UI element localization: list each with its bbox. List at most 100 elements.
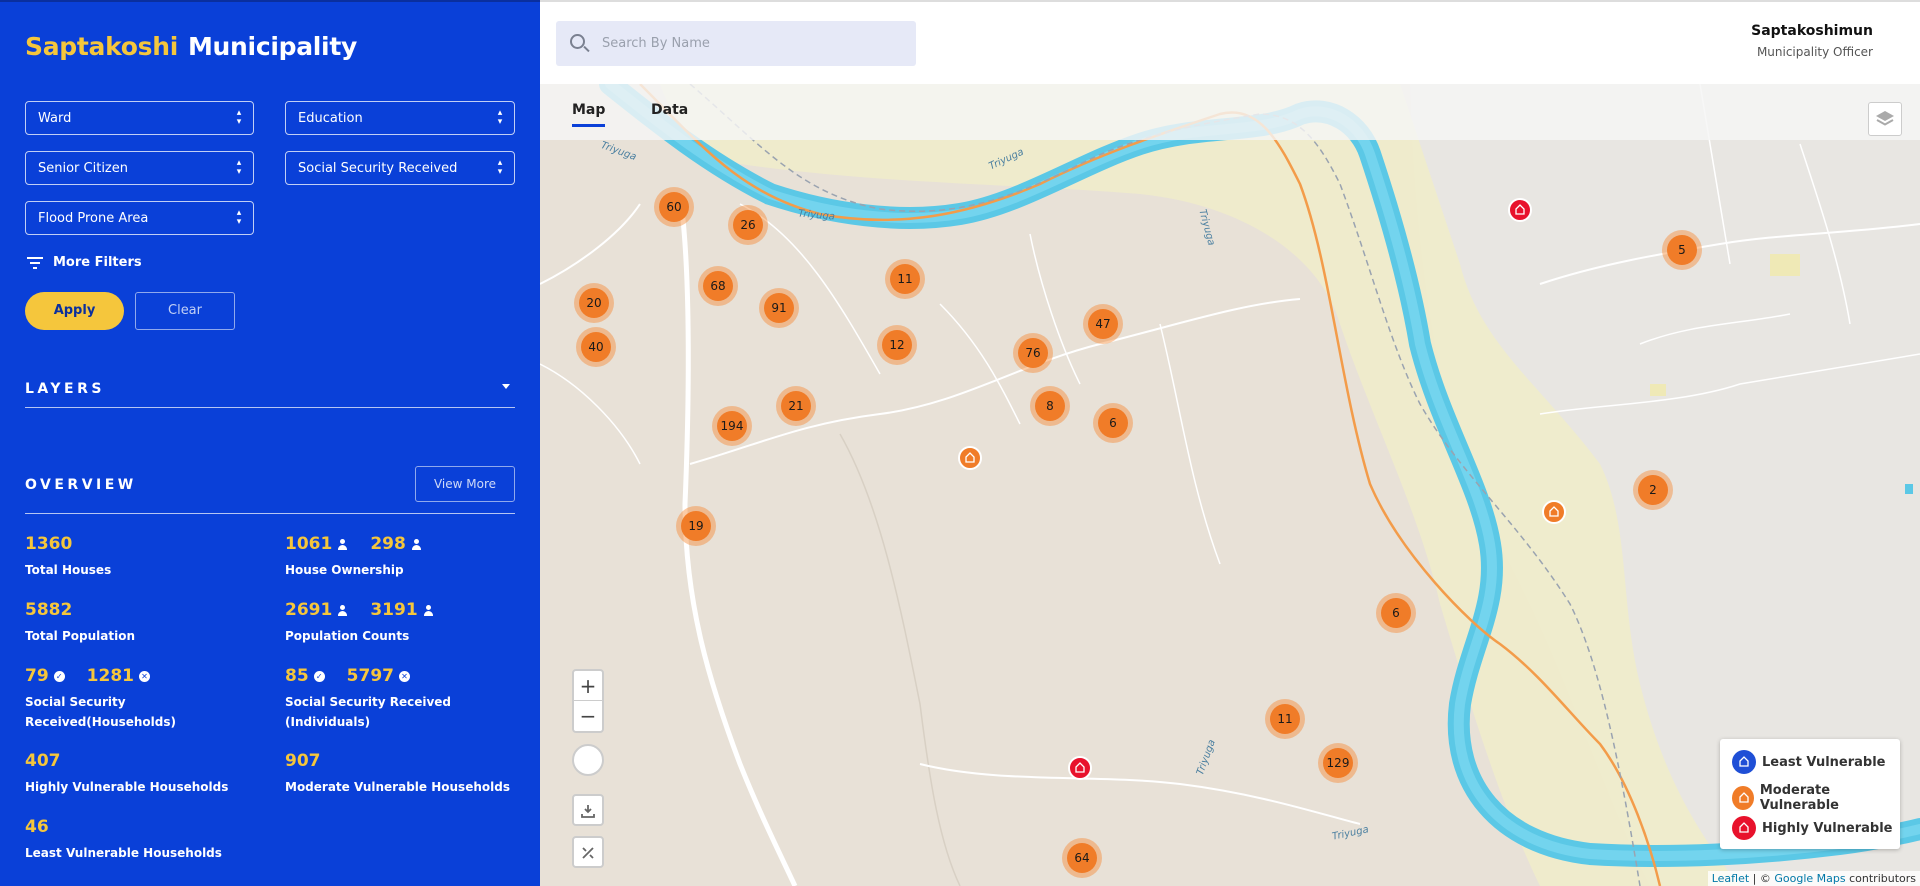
zoom-out-button[interactable]: −	[574, 701, 602, 731]
map-view[interactable]: Triyuga Triyuga Triyuga Triyuga Triyuga …	[540, 84, 1920, 886]
flood-prone-select[interactable]: Flood Prone Area ▴ ▾	[25, 201, 254, 235]
map-attribution: Leaflet | © Google Maps contributors	[1707, 871, 1920, 886]
vulnerability-legend: Least Vulnerable Moderate Vulnerable Hig…	[1720, 739, 1900, 849]
ward-select[interactable]: Ward ▴ ▾	[25, 101, 254, 135]
house-marker-moderate[interactable]	[958, 446, 982, 470]
cluster-count: 6	[1098, 408, 1128, 438]
cluster-count: 20	[579, 288, 609, 318]
person-icon	[411, 538, 422, 550]
stat-label: Highly Vulnerable Households	[25, 780, 229, 794]
stat-value: 3191	[370, 600, 418, 620]
cluster-marker[interactable]: 21	[776, 386, 816, 426]
house-marker-highly[interactable]	[1068, 756, 1092, 780]
caret-down-icon[interactable]	[502, 384, 510, 389]
user-info[interactable]: Saptakoshimun Municipality Officer	[1751, 23, 1873, 59]
cluster-marker[interactable]: 47	[1083, 304, 1123, 344]
cluster-marker[interactable]: 8	[1030, 386, 1070, 426]
view-more-button[interactable]: View More	[415, 466, 515, 502]
cluster-marker[interactable]: 194	[712, 406, 752, 446]
social-security-select[interactable]: Social Security Received ▴ ▾	[285, 151, 515, 185]
senior-citizen-select-label: Senior Citizen	[38, 161, 128, 176]
apply-button[interactable]: Apply	[25, 292, 124, 330]
house-icon	[1732, 786, 1754, 810]
chevron-updown-icon: ▴ ▾	[236, 208, 242, 227]
legend-item-highly: Highly Vulnerable	[1732, 816, 1893, 840]
measure-button[interactable]	[572, 836, 604, 868]
cluster-count: 6	[1381, 598, 1411, 628]
legend-item-least: Least Vulnerable	[1732, 750, 1886, 774]
cluster-marker[interactable]: 60	[654, 187, 694, 227]
cluster-marker[interactable]: 11	[885, 259, 925, 299]
stat-value: 1360	[25, 534, 73, 554]
cluster-marker[interactable]: 76	[1013, 333, 1053, 373]
cluster-marker[interactable]: 6	[1376, 593, 1416, 633]
cluster-count: 64	[1067, 843, 1097, 873]
cluster-marker[interactable]: 2	[1633, 470, 1673, 510]
education-select[interactable]: Education ▴ ▾	[285, 101, 515, 135]
chevron-updown-icon: ▴ ▾	[497, 158, 503, 177]
download-button[interactable]	[572, 794, 604, 826]
cluster-count: 76	[1018, 338, 1048, 368]
cluster-marker[interactable]: 19	[676, 506, 716, 546]
ward-select-label: Ward	[38, 111, 72, 126]
stat-label: Total Houses	[25, 563, 112, 577]
layers-title[interactable]: LAYERS	[25, 381, 105, 397]
legend-label: Least Vulnerable	[1762, 754, 1886, 770]
tab-map[interactable]: Map	[572, 102, 606, 127]
search-box[interactable]	[556, 21, 916, 66]
cluster-marker[interactable]: 40	[576, 327, 616, 367]
house-icon	[1732, 750, 1756, 774]
cluster-count: 2	[1638, 475, 1668, 505]
attribution-separator: | ©	[1749, 872, 1775, 885]
cluster-marker[interactable]: 5	[1662, 230, 1702, 270]
cluster-count: 26	[733, 210, 763, 240]
stat-label: Population Counts	[285, 629, 410, 643]
cluster-marker[interactable]: 91	[759, 288, 799, 328]
cluster-marker[interactable]: 26	[728, 205, 768, 245]
download-icon	[581, 805, 595, 818]
stat-total-houses: 1360 Total Houses	[25, 534, 111, 580]
cluster-marker[interactable]: 129	[1318, 743, 1358, 783]
filter-icon	[27, 256, 43, 269]
check-circle-icon: ✓	[53, 670, 65, 682]
stat-label: Least Vulnerable Households	[25, 846, 222, 860]
layers-divider	[25, 407, 515, 408]
stat-value: 298	[370, 534, 406, 554]
ruler-pencil-icon	[582, 847, 594, 859]
search-input[interactable]	[602, 21, 902, 66]
house-marker-highly[interactable]	[1508, 198, 1532, 222]
chevron-updown-icon: ▴ ▾	[236, 108, 242, 127]
senior-citizen-select[interactable]: Senior Citizen ▴ ▾	[25, 151, 254, 185]
cluster-count: 40	[581, 332, 611, 362]
google-maps-link[interactable]: Google Maps	[1774, 872, 1845, 885]
stat-social-security-individuals: 85 ✓ 5797 ✕ Social Security Received (Indiv…	[285, 666, 451, 732]
stat-value: 79	[25, 666, 49, 686]
cluster-count: 68	[703, 271, 733, 301]
cluster-marker[interactable]: 12	[877, 325, 917, 365]
locate-button[interactable]	[572, 744, 604, 776]
stat-population-counts: 2691 3191 Population Counts	[285, 600, 456, 646]
stat-value: 46	[25, 817, 49, 837]
education-select-label: Education	[298, 111, 363, 126]
cluster-marker[interactable]: 11	[1265, 699, 1305, 739]
cluster-count: 60	[659, 192, 689, 222]
stat-house-ownership: 1061 298 House Ownership	[285, 534, 444, 580]
clear-button[interactable]: Clear	[135, 292, 235, 330]
more-filters-button[interactable]: More Filters	[27, 255, 142, 270]
leaflet-link[interactable]: Leaflet	[1712, 872, 1749, 885]
house-icon	[1075, 762, 1085, 773]
stat-least-vulnerable: 46 Least Vulnerable Households	[25, 817, 222, 863]
zoom-in-button[interactable]: +	[574, 671, 602, 701]
cluster-marker[interactable]: 64	[1062, 838, 1102, 878]
app-root: Saptakoshi Municipality Ward ▴ ▾ Education…	[0, 0, 1920, 886]
cluster-marker[interactable]: 6	[1093, 403, 1133, 443]
layers-control-button[interactable]	[1868, 102, 1902, 136]
house-marker-moderate[interactable]	[1542, 500, 1566, 524]
layers-icon	[1876, 111, 1894, 126]
cluster-marker[interactable]: 20	[574, 283, 614, 323]
x-circle-icon: ✕	[139, 670, 150, 682]
tab-data[interactable]: Data	[651, 102, 688, 118]
legend-label: Moderate Vulnerable	[1759, 783, 1840, 813]
cluster-marker[interactable]: 68	[698, 266, 738, 306]
stat-highly-vulnerable: 407 Highly Vulnerable Households	[25, 751, 228, 797]
